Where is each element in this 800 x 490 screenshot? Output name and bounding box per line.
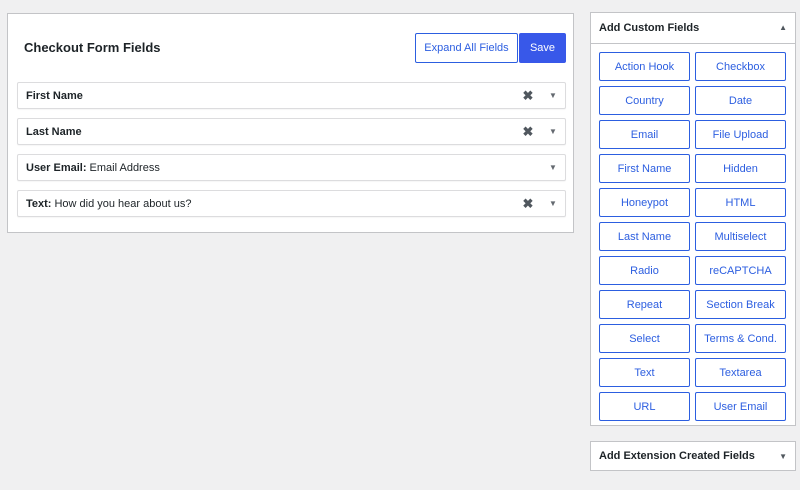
add-multiselect-button[interactable]: Multiselect (695, 222, 786, 251)
checkout-form-fields-panel: Checkout Form Fields Expand All Fields S… (7, 13, 574, 233)
field-type: First Name (26, 89, 83, 102)
add-extension-fields-panel[interactable]: Add Extension Created Fields ▼ (590, 441, 796, 471)
add-custom-fields-header[interactable]: Add Custom Fields ▲ (591, 13, 795, 44)
add-user-email-button[interactable]: User Email (695, 392, 786, 421)
add-hidden-button[interactable]: Hidden (695, 154, 786, 183)
add-extension-fields-title: Add Extension Created Fields (599, 450, 755, 462)
add-honeypot-button[interactable]: Honeypot (599, 188, 690, 217)
chevron-up-icon[interactable]: ▲ (779, 23, 787, 32)
remove-icon[interactable]: ✖ (521, 125, 535, 139)
field-row-user-email[interactable]: User Email: Email Address ▼ (17, 154, 566, 181)
field-type: User Email: (26, 161, 87, 174)
save-button[interactable]: Save (519, 33, 566, 63)
add-section-break-button[interactable]: Section Break (695, 290, 786, 319)
expand-all-fields-button[interactable]: Expand All Fields (415, 33, 518, 63)
add-url-button[interactable]: URL (599, 392, 690, 421)
remove-icon[interactable]: ✖ (521, 197, 535, 211)
add-text-button[interactable]: Text (599, 358, 690, 387)
add-checkbox-button[interactable]: Checkbox (695, 52, 786, 81)
field-row-first-name[interactable]: First Name ✖ ▼ (17, 82, 566, 109)
field-label: Email Address (89, 161, 160, 174)
add-date-button[interactable]: Date (695, 86, 786, 115)
chevron-down-icon[interactable]: ▼ (779, 452, 787, 461)
field-row-last-name[interactable]: Last Name ✖ ▼ (17, 118, 566, 145)
add-custom-fields-panel: Add Custom Fields ▲ Action Hook Checkbox… (590, 12, 796, 426)
field-type: Last Name (26, 125, 82, 138)
field-row-text[interactable]: Text: How did you hear about us? ✖ ▼ (17, 190, 566, 217)
field-type: Text: (26, 197, 52, 210)
add-first-name-button[interactable]: First Name (599, 154, 690, 183)
chevron-down-icon[interactable]: ▼ (547, 126, 559, 138)
add-html-button[interactable]: HTML (695, 188, 786, 217)
add-textarea-button[interactable]: Textarea (695, 358, 786, 387)
add-file-upload-button[interactable]: File Upload (695, 120, 786, 149)
add-radio-button[interactable]: Radio (599, 256, 690, 285)
add-terms-button[interactable]: Terms & Cond. (695, 324, 786, 353)
add-email-button[interactable]: Email (599, 120, 690, 149)
field-list: First Name ✖ ▼ Last Name ✖ ▼ User Email:… (17, 82, 566, 226)
chevron-down-icon[interactable]: ▼ (547, 90, 559, 102)
remove-icon[interactable]: ✖ (521, 89, 535, 103)
custom-field-button-grid: Action Hook Checkbox Country Date Email … (599, 52, 789, 421)
chevron-down-icon[interactable]: ▼ (547, 198, 559, 210)
add-last-name-button[interactable]: Last Name (599, 222, 690, 251)
chevron-down-icon[interactable]: ▼ (547, 162, 559, 174)
add-country-button[interactable]: Country (599, 86, 690, 115)
add-repeat-button[interactable]: Repeat (599, 290, 690, 319)
add-custom-fields-title: Add Custom Fields (599, 22, 700, 34)
panel-title: Checkout Form Fields (24, 40, 161, 55)
field-label: How did you hear about us? (54, 197, 192, 210)
add-action-hook-button[interactable]: Action Hook (599, 52, 690, 81)
add-recaptcha-button[interactable]: reCAPTCHA (695, 256, 786, 285)
add-select-button[interactable]: Select (599, 324, 690, 353)
